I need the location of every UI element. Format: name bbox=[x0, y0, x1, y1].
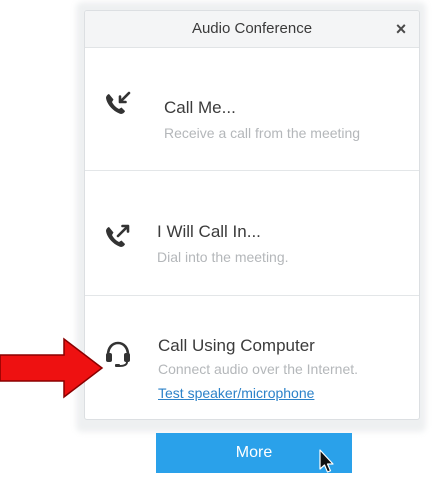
option-title: Call Using Computer bbox=[158, 336, 315, 355]
option-title: Call Me... bbox=[164, 98, 236, 117]
close-icon[interactable]: × bbox=[392, 20, 410, 38]
test-speaker-microphone-link[interactable]: Test speaker/microphone bbox=[158, 385, 314, 401]
red-arrow-icon bbox=[0, 337, 104, 399]
headset-icon bbox=[106, 341, 130, 367]
option-description: Connect audio over the Internet. bbox=[158, 361, 359, 377]
mouse-cursor-icon bbox=[319, 449, 334, 473]
call-incoming-icon bbox=[106, 91, 131, 114]
option-description: Dial into the meeting. bbox=[157, 249, 289, 265]
call-outgoing-icon bbox=[106, 224, 130, 247]
option-description: Receive a call from the meeting bbox=[164, 125, 361, 141]
dialog-header: Audio Conference × bbox=[85, 11, 419, 48]
audio-conference-dialog: Audio Conference × Call Me... Receive a … bbox=[84, 10, 420, 420]
dialog-title: Audio Conference bbox=[191, 20, 313, 37]
option-call-using-computer[interactable]: Call Using Computer Connect audio over t… bbox=[85, 296, 419, 419]
option-title: I Will Call In... bbox=[157, 222, 261, 241]
option-call-me[interactable]: Call Me... Receive a call from the meeti… bbox=[85, 48, 419, 170]
option-i-will-call-in[interactable]: I Will Call In... Dial into the meeting. bbox=[85, 171, 419, 295]
screen: Audio Conference × Call Me... Receive a … bbox=[0, 0, 440, 482]
